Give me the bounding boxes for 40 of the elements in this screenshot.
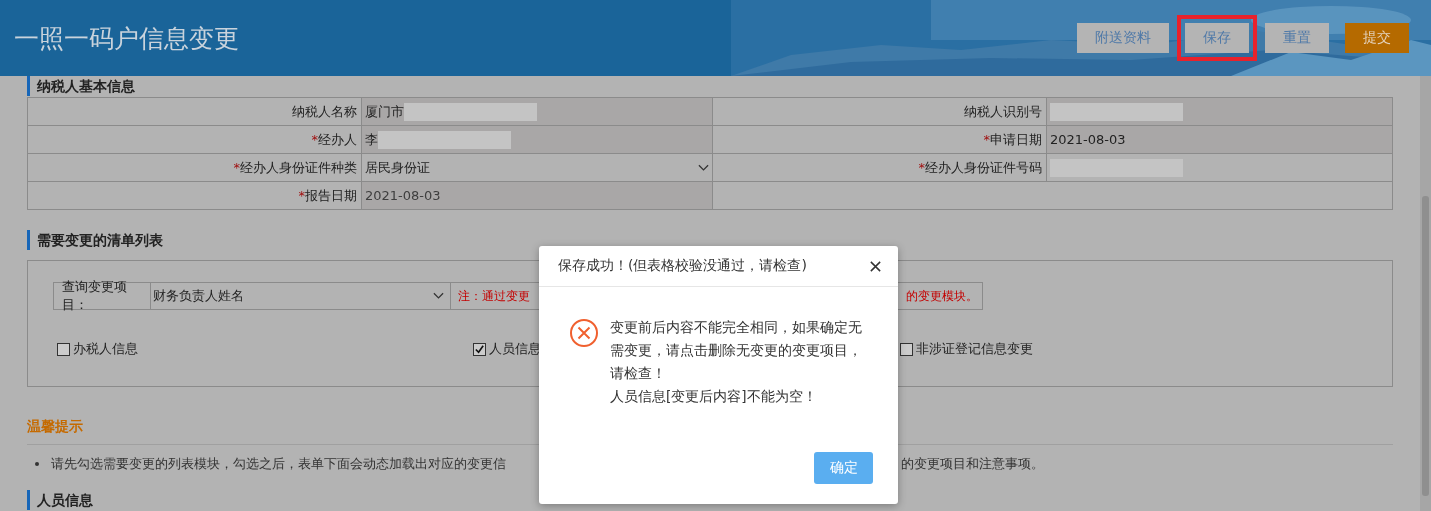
dialog-message: 人员信息[变更后内容]不能为空！ — [610, 387, 818, 406]
error-icon — [569, 318, 599, 348]
checkbox[interactable] — [473, 342, 486, 356]
field-value: 厦门市 — [365, 102, 404, 121]
field-value: 李 — [365, 130, 378, 149]
scrollbar[interactable] — [1420, 76, 1431, 511]
checkbox[interactable] — [900, 342, 913, 356]
tip-text: 请先勾选需要变更的列表模块，勾选之后，表单下面会动态加载出对应的变更信 — [51, 455, 507, 473]
checkbox[interactable] — [57, 342, 70, 356]
field-value: 2021-08-03 — [1050, 132, 1126, 147]
header-button[interactable]: 附送资料 — [1077, 23, 1169, 53]
query-label: 查询变更项目： — [53, 282, 151, 310]
dialog-title: 保存成功！(但表格校验没通过，请检查) — [558, 257, 807, 275]
chevron-down-icon[interactable] — [698, 163, 709, 172]
field-label: *报告日期 — [27, 181, 362, 210]
header-button[interactable]: 保存 — [1185, 23, 1249, 53]
chevron-down-icon — [433, 292, 444, 300]
submit-button[interactable]: 提交 — [1345, 23, 1409, 53]
section-heading: 人员信息 — [27, 490, 107, 510]
tips-heading: 温馨提示 — [27, 417, 84, 436]
field-value: 居民身份证 — [365, 158, 430, 177]
confirm-button[interactable]: 确定 — [814, 452, 873, 484]
close-icon[interactable] — [869, 259, 882, 273]
field-label: *申请日期 — [712, 125, 1047, 154]
checkbox-label: 非涉证登记信息变更 — [916, 340, 1033, 358]
query-select[interactable]: 财务负责人姓名 — [151, 282, 451, 310]
field-value: 2021-08-03 — [365, 188, 441, 203]
tip-text: 的变更项目和注意事项。 — [901, 455, 1044, 473]
note-text: 的变更模块。 — [906, 287, 978, 305]
field-label: *经办人身份证件种类 — [27, 153, 362, 182]
field-label: *经办人身份证件号码 — [712, 153, 1047, 182]
checkbox-label: 办税人信息 — [73, 340, 138, 358]
header-button[interactable]: 重置 — [1265, 23, 1329, 53]
bullet-icon — [35, 462, 39, 466]
dialog-message: 变更前后内容不能完全相同，如果确定无需变更，请点击删除无变更的变更项目，请检查！ — [610, 318, 863, 383]
page-title: 一照一码户信息变更 — [14, 22, 239, 55]
note-text: 注：通过变更 — [458, 287, 530, 305]
field-label: *经办人 — [27, 125, 362, 154]
field-label: 纳税人名称 — [27, 97, 362, 126]
field-label: 纳税人识别号 — [712, 97, 1047, 126]
